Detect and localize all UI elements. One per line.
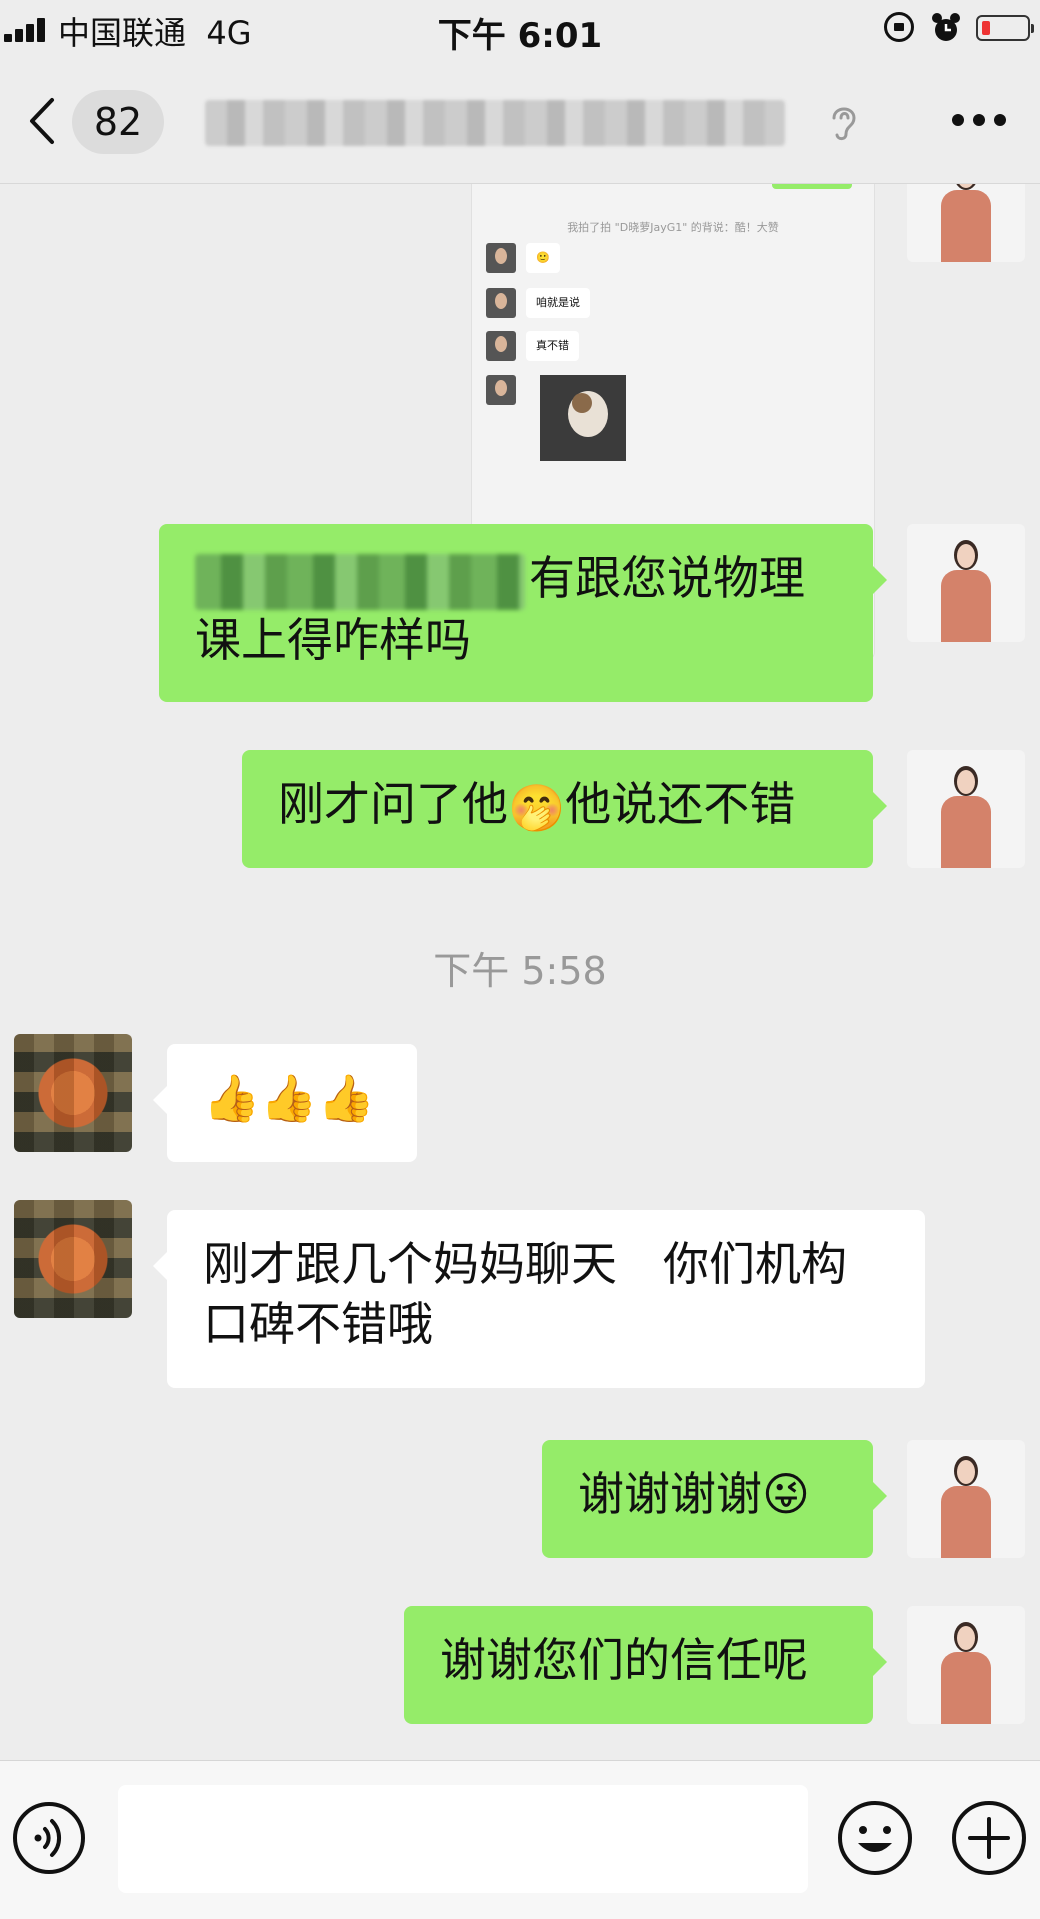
my-avatar[interactable] [907, 1440, 1025, 1558]
message-input[interactable] [118, 1785, 808, 1893]
lock-rotation-icon [884, 12, 914, 42]
unread-count-badge[interactable]: 82 [72, 90, 164, 154]
status-time: 下午 6:01 [437, 16, 603, 56]
more-icon[interactable] [952, 114, 1006, 130]
message-bubble[interactable]: 刚才问了他🤭他说还不错 [242, 750, 887, 868]
contact-avatar[interactable] [14, 1034, 132, 1152]
message-bubble[interactable]: 有跟您说物理课上得咋样吗 [159, 524, 887, 702]
input-bar [0, 1760, 1040, 1919]
screenshot-system-note: 我拍了拍 "D晓萝JayG1" 的背说：酷！大赞 [567, 221, 779, 234]
message-list[interactable]: 我拍了拍 "D晓萝JayG1" 的背说：酷！大赞 🙂 咱就是说 真不错 有跟您说… [0, 184, 1040, 1760]
my-avatar[interactable] [907, 750, 1025, 868]
voice-icon[interactable] [12, 1801, 86, 1875]
my-avatar[interactable] [907, 184, 1025, 262]
screenshot-message: 咱就是说 [526, 288, 590, 318]
timestamp: 下午 5:58 [433, 949, 607, 993]
emoji-icon[interactable] [836, 1799, 914, 1877]
my-avatar[interactable] [907, 1606, 1025, 1724]
back-chevron-icon[interactable] [26, 96, 56, 146]
chat-title-redacted [205, 100, 785, 146]
plus-icon[interactable] [950, 1799, 1028, 1877]
message-bubble[interactable]: 刚才跟几个妈妈聊天 你们机构口碑不错哦 [153, 1210, 925, 1388]
screenshot-message: 🙂 [526, 243, 560, 273]
alarm-icon [932, 13, 960, 41]
message-bubble[interactable]: 👍👍👍 [153, 1044, 417, 1162]
redacted-name [195, 553, 525, 610]
my-avatar[interactable] [907, 524, 1025, 642]
message-bubble[interactable]: 谢谢谢谢😜 [542, 1440, 887, 1558]
status-bar: 中国联通 4G 下午 6:01 [0, 0, 1040, 60]
message-bubble[interactable]: 谢谢您们的信任呢 [404, 1606, 887, 1724]
screenshot-message: 真不错 [526, 331, 579, 361]
ear-icon [832, 107, 856, 141]
battery-icon [976, 15, 1034, 41]
contact-avatar[interactable] [14, 1200, 132, 1318]
chat-header: 82 [0, 60, 1040, 184]
cat-thumbs-up-image [540, 375, 626, 461]
emoji-icon: 🤭 [508, 780, 566, 835]
